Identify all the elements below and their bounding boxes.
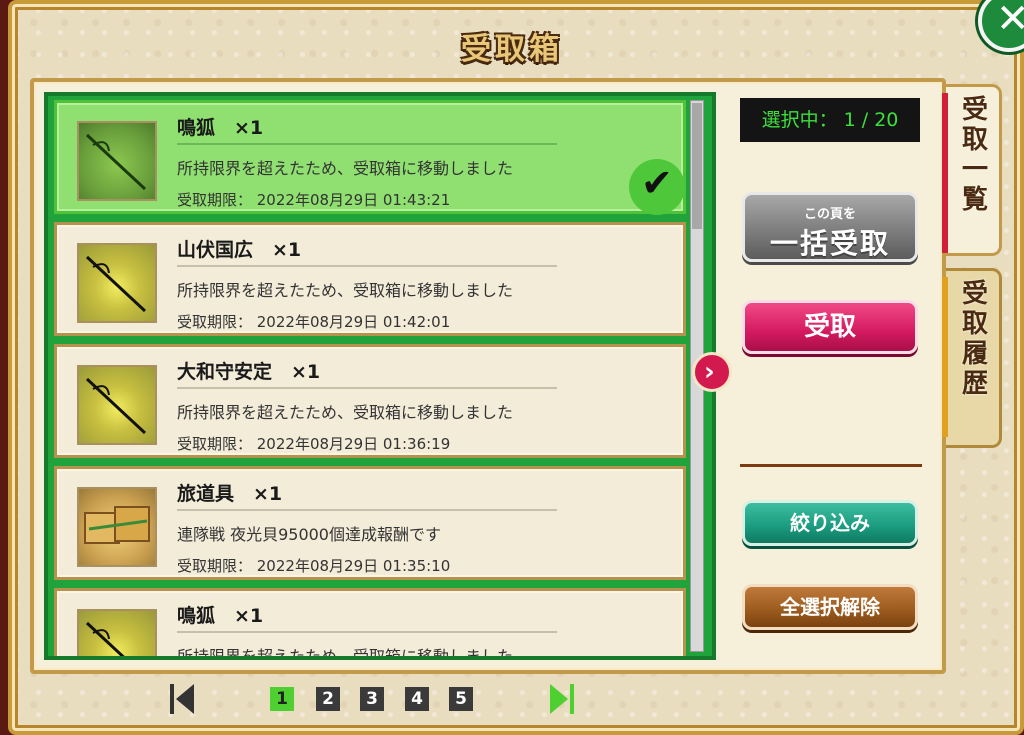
- item-description: 所持限界を超えたため、受取箱に移動しました: [177, 647, 514, 660]
- bulk-receive-subtitle: この頁を: [803, 207, 856, 222]
- next-arrow-button[interactable]: ›: [692, 352, 732, 392]
- travel-pack-icon: [77, 487, 157, 567]
- scrollbar-thumb[interactable]: [692, 103, 702, 229]
- item-name: 旅道具 ×1: [177, 483, 283, 505]
- item-name: 鳴狐 ×1: [177, 117, 264, 139]
- sword-icon: [77, 609, 157, 656]
- item-description: 所持限界を超えたため、受取箱に移動しました: [177, 281, 514, 300]
- tab-label: 受取履歴: [957, 279, 988, 399]
- item-name: 大和守安定 ×1: [177, 361, 321, 383]
- tab-received-history[interactable]: 受取履歴: [942, 268, 1002, 448]
- list-item[interactable]: 旅道具 ×1 連隊戦 夜光貝95000個達成報酬です 受取期限： 2022年08…: [54, 466, 686, 580]
- page-5-button[interactable]: 5: [449, 687, 473, 711]
- list-item[interactable]: 大和守安定 ×1 所持限界を超えたため、受取箱に移動しました 受取期限： 202…: [54, 344, 686, 458]
- page-4-button[interactable]: 4: [405, 687, 429, 711]
- pagination: 1 2 3 4 5: [160, 682, 600, 718]
- item-expiry: 受取期限： 2022年08月29日 01:35:10: [177, 557, 451, 575]
- bulk-receive-label: 一括受取: [769, 227, 890, 260]
- item-expiry: 受取期限： 2022年08月29日 01:36:19: [177, 435, 451, 453]
- item-description: 所持限界を超えたため、受取箱に移動しました: [177, 159, 514, 178]
- sword-icon: [77, 243, 157, 323]
- last-page-icon[interactable]: [548, 682, 576, 718]
- filter-button[interactable]: 絞り込み: [742, 500, 918, 546]
- divider: [177, 143, 557, 145]
- tab-received-list[interactable]: 受取一覧: [942, 84, 1002, 256]
- checkmark-icon: ✔: [629, 159, 685, 215]
- divider: [177, 631, 557, 633]
- page-3-button[interactable]: 3: [360, 687, 384, 711]
- tab-label: 受取一覧: [957, 95, 988, 215]
- sword-icon: [77, 365, 157, 445]
- item-description: 所持限界を超えたため、受取箱に移動しました: [177, 403, 514, 422]
- item-description: 連隊戦 夜光貝95000個達成報酬です: [177, 525, 441, 544]
- divider: [177, 387, 557, 389]
- divider: [177, 265, 557, 267]
- sword-icon: [77, 121, 157, 201]
- item-expiry: 受取期限： 2022年08月29日 01:43:21: [177, 191, 451, 209]
- tab-marker: [942, 93, 948, 253]
- divider: [177, 509, 557, 511]
- list-item[interactable]: 鳴狐 ×1 所持限界を超えたため、受取箱に移動しました 受取期限： 2022年0…: [54, 100, 686, 215]
- item-name: 鳴狐 ×1: [177, 605, 264, 627]
- list-item[interactable]: 山伏国広 ×1 所持限界を超えたため、受取箱に移動しました 受取期限： 2022…: [54, 222, 686, 336]
- page-1-button[interactable]: 1: [270, 687, 294, 711]
- bulk-receive-button[interactable]: この頁を 一括受取: [742, 192, 918, 262]
- window-title: 受取箱: [461, 32, 563, 67]
- controls-divider: [740, 464, 922, 467]
- chevron-right-icon: ›: [704, 357, 715, 387]
- page-2-button[interactable]: 2: [316, 687, 340, 711]
- close-icon: ✕: [996, 0, 1024, 42]
- clear-selection-button[interactable]: 全選択解除: [742, 584, 918, 630]
- item-expiry: 受取期限： 2022年08月29日 01:42:01: [177, 313, 451, 331]
- list-item[interactable]: 鳴狐 ×1 所持限界を超えたため、受取箱に移動しました: [54, 588, 686, 660]
- item-name: 山伏国広 ×1: [177, 239, 302, 261]
- selection-counter: 選択中： 1 / 20: [740, 98, 920, 142]
- tab-marker: [942, 277, 948, 437]
- receive-button[interactable]: 受取: [742, 300, 918, 354]
- item-list[interactable]: 鳴狐 ×1 所持限界を超えたため、受取箱に移動しました 受取期限： 2022年0…: [44, 92, 716, 660]
- first-page-icon[interactable]: [168, 682, 196, 718]
